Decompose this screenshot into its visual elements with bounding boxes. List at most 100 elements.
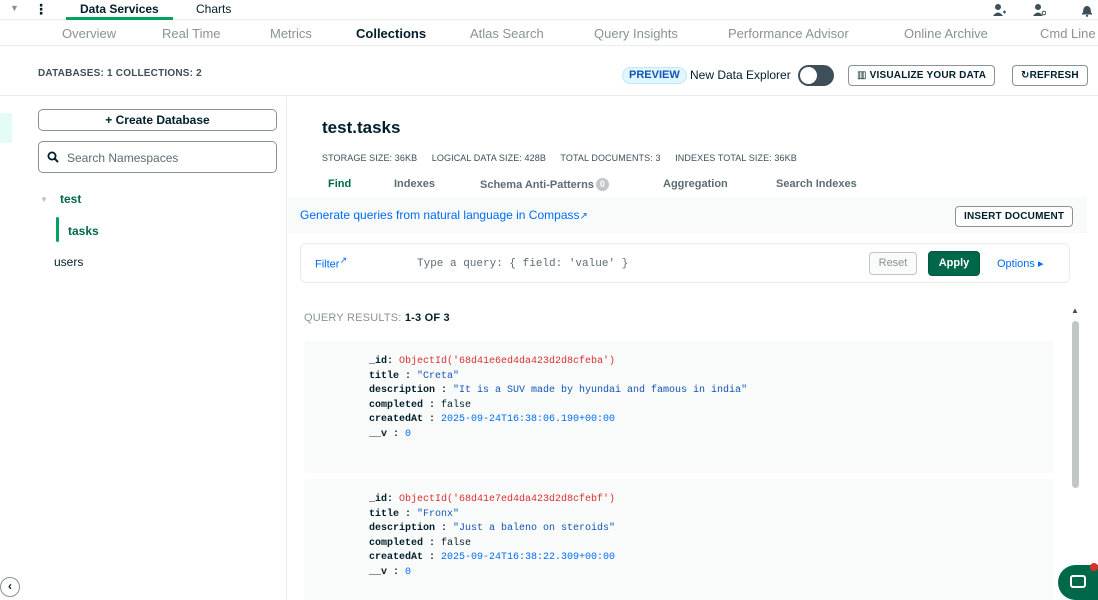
user-settings-icon[interactable] — [1032, 3, 1046, 17]
reset-button[interactable]: Reset — [869, 252, 917, 275]
tab-performance-advisor[interactable]: Performance Advisor — [728, 26, 849, 41]
total-documents: TOTAL DOCUMENTS: 3 — [560, 153, 661, 163]
field-key: title : — [369, 370, 418, 382]
collection-tabs: Find Indexes Schema Anti-Patterns 0 Aggre… — [288, 175, 1098, 197]
apply-button[interactable]: Apply — [928, 251, 980, 276]
insert-document-button[interactable]: INSERT DOCUMENT — [955, 206, 1074, 227]
sidebar-database-test[interactable]: test — [60, 192, 81, 206]
search-namespaces-input[interactable] — [67, 149, 267, 167]
collection-view: test.tasks STORAGE SIZE: 36KB LOGICAL DA… — [288, 97, 1098, 600]
tab-cmd-line[interactable]: Cmd Line — [1040, 26, 1096, 41]
field-title-value: "Creta" — [417, 370, 460, 382]
tab-charts[interactable]: Charts — [196, 0, 231, 18]
create-database-button[interactable]: + Create Database — [38, 109, 277, 131]
tab-aggregation[interactable]: Aggregation — [663, 178, 728, 190]
scrollbar-thumb[interactable] — [1072, 321, 1079, 488]
field-description-value: "Just a baleno on steroids" — [453, 523, 616, 534]
toggle-knob — [800, 67, 817, 84]
field-v-value: 0 — [405, 566, 412, 578]
field-created-at-value: 2025-09-24T16:38:06.190+00:00 — [441, 414, 616, 425]
info-bar: DATABASES: 1 COLLECTIONS: 2 PREVIEW New … — [0, 56, 1098, 96]
document-card[interactable]: _id: ObjectId('68d41e6ed4da423d2d8cfeba'… — [304, 341, 1054, 473]
tab-data-services[interactable]: Data Services — [66, 0, 173, 20]
external-link-icon: ↗ — [339, 255, 348, 265]
scroll-up-icon[interactable]: ▲ — [1071, 306, 1079, 315]
new-data-explorer-label: New Data Explorer — [690, 68, 791, 82]
page-title: test.tasks — [322, 118, 401, 137]
results-range: 1-3 OF 3 — [404, 312, 450, 324]
field-v-value: 0 — [405, 428, 412, 440]
new-data-explorer-toggle[interactable] — [798, 65, 834, 86]
options-toggle[interactable]: Options ▸ — [997, 257, 1044, 270]
search-namespaces-box — [38, 141, 277, 173]
field-key: __v : — [369, 428, 406, 440]
tab-atlas-search[interactable]: Atlas Search — [470, 26, 544, 41]
field-completed-value: false — [441, 537, 472, 549]
document-card[interactable]: _id: ObjectId('68d41e7ed4da423d2d8cfebf'… — [304, 479, 1054, 600]
preview-badge: PREVIEW — [622, 67, 687, 84]
database-expand-icon[interactable]: ▼ — [40, 195, 48, 204]
field-key: title : — [369, 508, 418, 520]
field-title-value: "Fronx" — [417, 508, 460, 520]
compass-banner: Generate queries from natural language i… — [288, 197, 1087, 233]
indexes-total-size: INDEXES TOTAL SIZE: 36KB — [675, 153, 797, 163]
field-key: completed : — [369, 537, 442, 549]
tab-search-indexes[interactable]: Search Indexes — [776, 178, 857, 190]
document-body: _id: ObjectId('68d41e7ed4da423d2d8cfebf'… — [369, 493, 615, 580]
collection-stats: STORAGE SIZE: 36KB LOGICAL DATA SIZE: 42… — [322, 153, 809, 163]
namespace-sidebar: + Create Database ▼ test tasks users — [0, 97, 287, 600]
user-add-icon[interactable] — [992, 3, 1006, 17]
filter-query-input[interactable] — [417, 256, 837, 272]
chevron-left-icon: ‹ — [8, 579, 12, 593]
chevron-down-icon[interactable]: ▼ — [10, 3, 19, 13]
storage-size: STORAGE SIZE: 36KB — [322, 153, 418, 163]
field-key: description : — [369, 523, 454, 534]
active-collection-indicator — [56, 217, 59, 242]
collapse-sidebar-button[interactable]: ‹ — [0, 577, 20, 597]
query-bar: Filter↗ Reset Apply Options ▸ — [300, 243, 1070, 283]
project-nav: Overview Real Time Metrics Collections A… — [0, 20, 1098, 46]
filter-label: Filter — [315, 258, 340, 271]
visualize-data-label: VISUALIZE YOUR DATA — [869, 70, 987, 81]
external-link-icon: ↗ — [579, 211, 588, 222]
tab-find[interactable]: Find — [328, 178, 351, 190]
tab-metrics[interactable]: Metrics — [270, 26, 312, 41]
results-prefix: QUERY RESULTS: — [304, 312, 405, 324]
anti-pattern-count-badge: 0 — [595, 178, 609, 191]
query-results-summary: QUERY RESULTS: 1-3 OF 3 — [304, 312, 450, 324]
field-key: __v : — [369, 566, 406, 578]
field-key: createdAt : — [369, 414, 442, 425]
field-key: _id: — [369, 494, 400, 505]
field-key: createdAt : — [369, 552, 442, 563]
visualize-data-button[interactable]: ▥ VISUALIZE YOUR DATA — [848, 65, 996, 86]
chat-icon — [1070, 575, 1086, 588]
field-description-value: "It is a SUV made by hyundai and famous … — [453, 385, 748, 396]
tab-collections[interactable]: Collections — [356, 26, 426, 45]
document-body: _id: ObjectId('68d41e6ed4da423d2d8cfeba'… — [369, 355, 747, 442]
refresh-icon: ↻ — [1021, 70, 1030, 81]
more-options-icon[interactable]: ⋮ — [34, 0, 48, 18]
tab-overview[interactable]: Overview — [62, 26, 116, 41]
filter-link[interactable]: Filter↗ — [315, 255, 347, 271]
left-edge-highlight — [0, 113, 12, 143]
notification-dot — [1090, 563, 1098, 571]
tab-indexes[interactable]: Indexes — [394, 178, 435, 190]
schema-anti-patterns-label: Schema Anti-Patterns — [480, 179, 594, 191]
field-key: completed : — [369, 399, 442, 411]
bar-chart-icon: ▥ — [857, 70, 870, 81]
generate-queries-link[interactable]: Generate queries from natural language i… — [300, 208, 588, 222]
tab-online-archive[interactable]: Online Archive — [904, 26, 988, 41]
top-bar: ▼ ⋮ Data Services Charts — [0, 0, 1098, 20]
tab-schema-anti-patterns[interactable]: Schema Anti-Patterns 0 — [480, 178, 609, 191]
field-key: description : — [369, 385, 454, 396]
generate-queries-label: Generate queries from natural language i… — [300, 208, 580, 222]
bell-icon[interactable] — [1080, 3, 1094, 17]
refresh-button[interactable]: ↻REFRESH — [1012, 65, 1088, 86]
sidebar-collection-users[interactable]: users — [54, 255, 83, 269]
field-completed-value: false — [441, 399, 472, 411]
sidebar-collection-tasks[interactable]: tasks — [68, 224, 99, 238]
tab-query-insights[interactable]: Query Insights — [594, 26, 678, 41]
search-icon — [47, 151, 59, 163]
refresh-label: REFRESH — [1029, 70, 1079, 81]
tab-real-time[interactable]: Real Time — [162, 26, 221, 41]
